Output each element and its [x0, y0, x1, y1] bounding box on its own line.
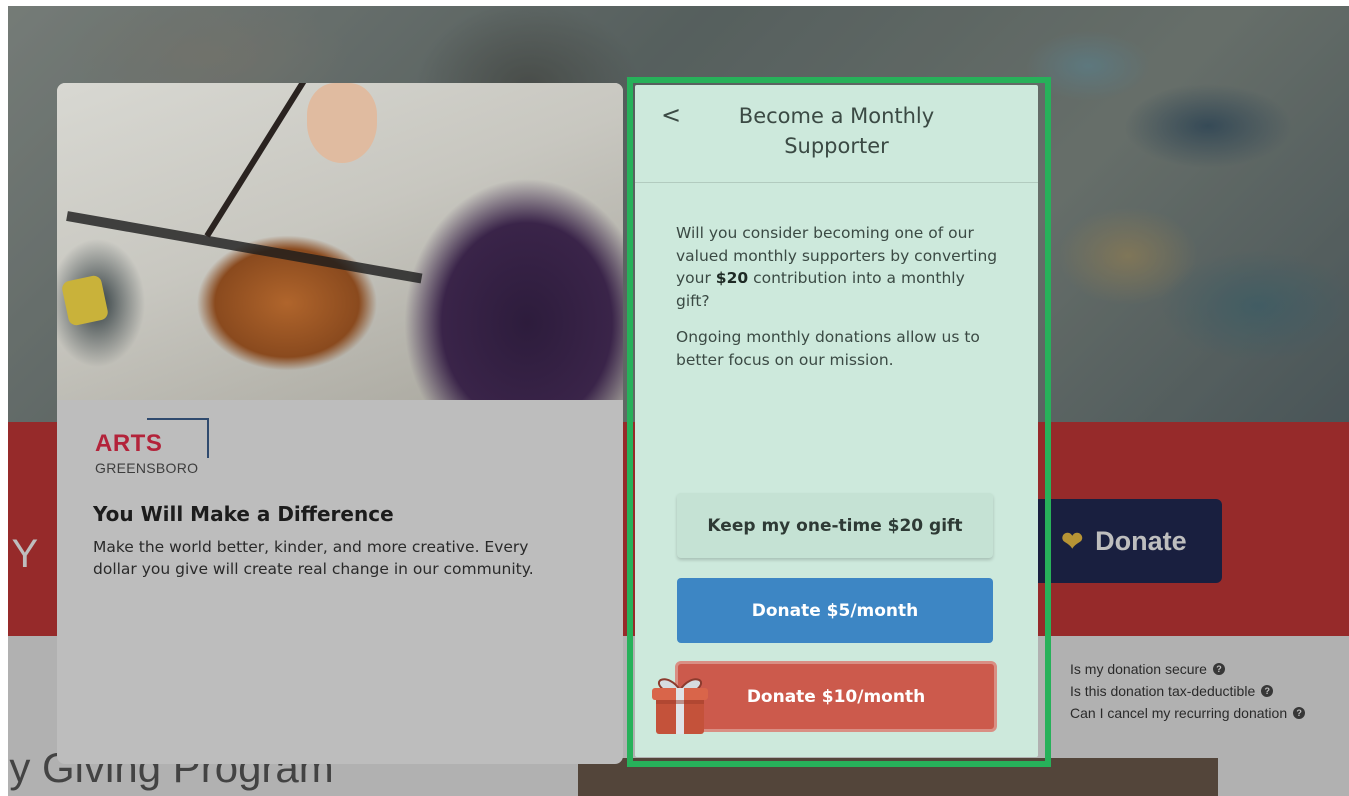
- contribution-amount: $20: [715, 269, 749, 287]
- donate-5-monthly-button[interactable]: Donate $5/month: [677, 578, 993, 643]
- modal-header: < Become a Monthly Supporter: [635, 85, 1038, 183]
- card-title: You Will Make a Difference: [93, 502, 394, 526]
- campaign-info-card: ARTS GREENSBORO You Will Make a Differen…: [57, 83, 623, 764]
- modal-title: Become a Monthly Supporter: [738, 104, 935, 158]
- mission-paragraph: Ongoing monthly donations allow us to be…: [676, 328, 980, 369]
- arts-greensboro-logo: ARTS GREENSBORO: [93, 418, 223, 476]
- modal-copy: Will you consider becoming one of our va…: [635, 183, 1038, 371]
- donate-10-monthly-button[interactable]: Donate $10/month: [675, 661, 997, 732]
- upsell-paragraph: Will you consider becoming one of our va…: [676, 224, 998, 310]
- keep-one-time-gift-button[interactable]: Keep my one-time $20 gift: [677, 493, 993, 558]
- chevron-left-icon[interactable]: <: [661, 101, 687, 129]
- violin-photo: [57, 83, 623, 400]
- card-description: Make the world better, kinder, and more …: [93, 538, 534, 578]
- monthly-upsell-modal: < Become a Monthly Supporter Will you co…: [635, 85, 1038, 757]
- gift-icon: [652, 678, 708, 734]
